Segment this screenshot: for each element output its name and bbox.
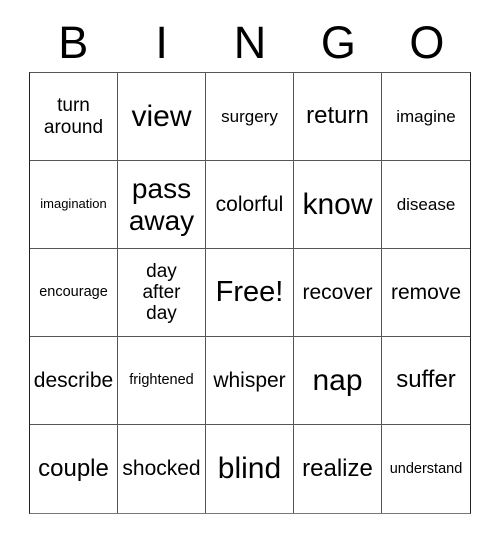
- bingo-grid: turn around view surgery return imagine …: [29, 72, 471, 514]
- bingo-cell-label: return: [306, 102, 369, 130]
- bingo-cell-label: frightened: [129, 372, 194, 389]
- bingo-cell[interactable]: colorful: [206, 161, 294, 249]
- bingo-cell[interactable]: pass away: [118, 161, 206, 249]
- bingo-cell[interactable]: realize: [294, 425, 382, 513]
- bingo-cell[interactable]: couple: [30, 425, 118, 513]
- bingo-cell-label: pass away: [128, 173, 195, 236]
- bingo-cell-label: understand: [389, 460, 463, 477]
- bingo-cell-label: colorful: [215, 192, 284, 216]
- bingo-cell[interactable]: understand: [382, 425, 470, 513]
- bingo-cell-label: realize: [302, 454, 373, 482]
- bingo-cell[interactable]: know: [294, 161, 382, 249]
- bingo-cell[interactable]: return: [294, 73, 382, 161]
- bingo-header-row: B I N G O: [29, 12, 471, 72]
- bingo-cell[interactable]: describe: [30, 337, 118, 425]
- bingo-header-letter-b: B: [58, 16, 89, 68]
- bingo-header-letter-i: I: [155, 16, 168, 68]
- bingo-cell-label: shocked: [122, 457, 201, 481]
- bingo-cell-label: remove: [390, 280, 462, 304]
- bingo-cell[interactable]: encourage: [30, 249, 118, 337]
- bingo-cell[interactable]: surgery: [206, 73, 294, 161]
- bingo-cell-label: encourage: [39, 284, 108, 301]
- bingo-cell-label: blind: [217, 452, 282, 486]
- bingo-card: B I N G O turn around view surgery retur…: [0, 0, 500, 544]
- bingo-cell-label: suffer: [396, 366, 456, 394]
- bingo-header-letter-g: G: [320, 16, 356, 68]
- bingo-cell-label: view: [131, 99, 192, 133]
- bingo-cell-label: nap: [312, 363, 363, 397]
- bingo-cell-label: know: [302, 187, 373, 221]
- bingo-cell[interactable]: frightened: [118, 337, 206, 425]
- bingo-cell[interactable]: whisper: [206, 337, 294, 425]
- bingo-cell[interactable]: nap: [294, 337, 382, 425]
- bingo-cell-label: turn around: [43, 95, 104, 138]
- bingo-cell[interactable]: blind: [206, 425, 294, 513]
- bingo-free-label: Free!: [215, 276, 284, 309]
- bingo-cell[interactable]: imagination: [30, 161, 118, 249]
- bingo-cell[interactable]: disease: [382, 161, 470, 249]
- bingo-cell-label: disease: [396, 194, 456, 214]
- bingo-cell[interactable]: recover: [294, 249, 382, 337]
- bingo-cell[interactable]: shocked: [118, 425, 206, 513]
- bingo-cell[interactable]: suffer: [382, 337, 470, 425]
- bingo-cell[interactable]: turn around: [30, 73, 118, 161]
- bingo-cell-label: whisper: [213, 368, 286, 392]
- bingo-header-letter-o: O: [409, 16, 445, 68]
- bingo-cell-label: surgery: [221, 106, 278, 126]
- bingo-cell-label: couple: [38, 454, 109, 482]
- bingo-cell[interactable]: remove: [382, 249, 470, 337]
- bingo-cell-label: recover: [302, 280, 373, 304]
- bingo-cell-label: day after day: [142, 260, 181, 325]
- bingo-cell[interactable]: view: [118, 73, 206, 161]
- bingo-cell[interactable]: imagine: [382, 73, 470, 161]
- bingo-cell[interactable]: day after day: [118, 249, 206, 337]
- bingo-cell-label: describe: [33, 368, 114, 392]
- bingo-cell-label: imagine: [396, 106, 456, 126]
- bingo-free-cell[interactable]: Free!: [206, 249, 294, 337]
- bingo-cell-label: imagination: [40, 196, 107, 212]
- bingo-header-letter-n: N: [233, 16, 267, 68]
